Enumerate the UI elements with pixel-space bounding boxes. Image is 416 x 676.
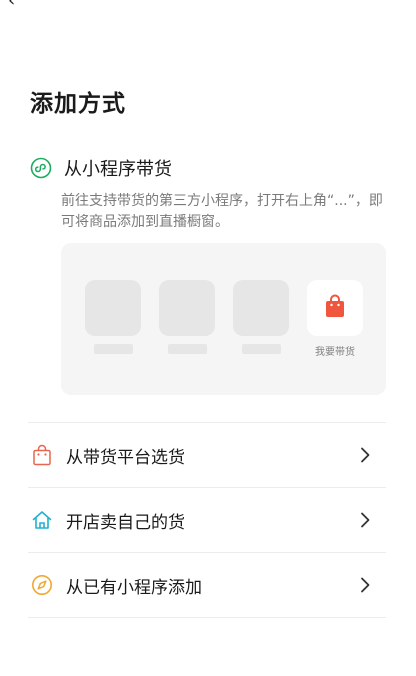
house-icon	[31, 509, 53, 531]
mini-program-icon	[30, 157, 52, 179]
section-title: 从小程序带货	[64, 159, 172, 180]
chevron-right-icon	[361, 577, 370, 593]
option-platform-select[interactable]: 从带货平台选货	[28, 422, 386, 487]
shopping-bag-outline-icon	[31, 444, 53, 466]
option-label: 从已有小程序添加	[66, 577, 202, 598]
placeholder-label	[94, 344, 133, 354]
placeholder-label	[168, 344, 207, 354]
placeholder-app-tile	[159, 280, 215, 336]
page-title: 添加方式	[30, 91, 126, 117]
option-label: 从带货平台选货	[66, 447, 185, 468]
back-icon[interactable]: ‹	[8, 0, 15, 11]
shop-tile	[307, 280, 363, 336]
placeholder-app-tile	[85, 280, 141, 336]
option-label: 开店卖自己的货	[66, 512, 185, 533]
mini-program-preview: 我要带货	[61, 243, 386, 395]
section-description: 前往支持带货的第三方小程序，打开右上角“...”，即可将商品添加到直播橱窗。	[61, 193, 383, 230]
shopping-bag-icon	[324, 294, 346, 322]
shop-label: 我要带货	[315, 347, 355, 358]
chevron-right-icon	[361, 447, 370, 463]
placeholder-label	[242, 344, 281, 354]
mini-program-section-header: 从小程序带货	[30, 154, 172, 182]
compass-icon	[31, 574, 53, 596]
add-method-list: 从带货平台选货 开店卖自己的货 从已有小程序添加	[28, 422, 386, 618]
option-existing-mini-program[interactable]: 从已有小程序添加	[28, 552, 386, 618]
chevron-right-icon	[361, 512, 370, 528]
option-open-store[interactable]: 开店卖自己的货	[28, 487, 386, 552]
placeholder-app-tile	[233, 280, 289, 336]
